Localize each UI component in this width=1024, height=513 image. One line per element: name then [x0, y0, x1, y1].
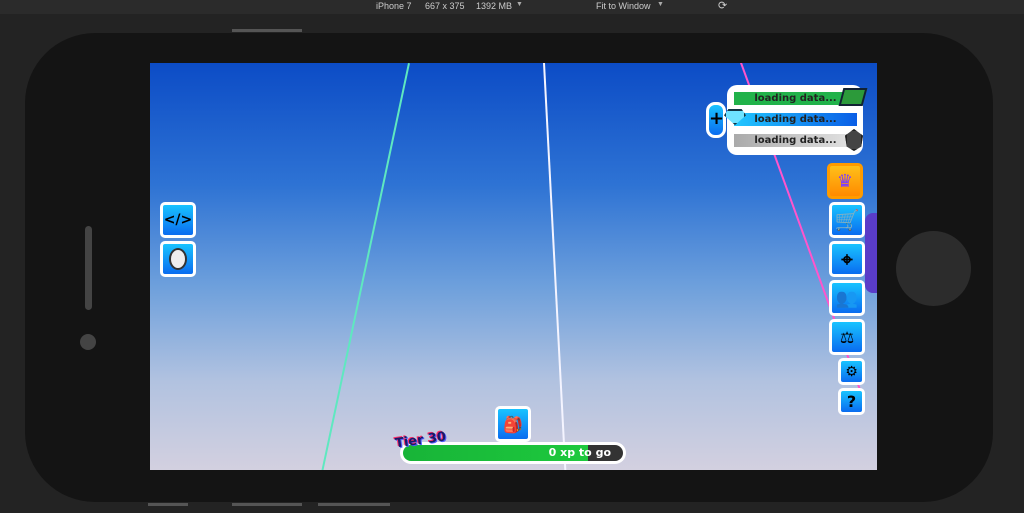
- backpack-icon: 🎒: [503, 414, 523, 434]
- fit-select[interactable]: Fit to Window: [596, 1, 651, 11]
- group-icon: 👥: [835, 287, 859, 309]
- memory-select[interactable]: 1392 MB: [476, 1, 512, 11]
- teleport-button[interactable]: ⌖: [829, 241, 865, 277]
- backpack-button[interactable]: 🎒: [495, 406, 531, 442]
- help-button[interactable]: ?: [838, 388, 865, 415]
- vip-button[interactable]: ♛: [827, 163, 863, 199]
- object-edge: [865, 213, 877, 293]
- rotate-icon[interactable]: ⟳: [718, 0, 727, 12]
- egg-icon: [169, 248, 187, 270]
- shard-bar: loading data...: [734, 134, 857, 147]
- game-screen[interactable]: </> + loading data... loading data... lo…: [150, 63, 877, 470]
- resolution-label: 667 x 375: [425, 1, 465, 11]
- team-button[interactable]: 👥: [829, 280, 865, 316]
- cash-icon: [838, 88, 868, 106]
- trade-button[interactable]: ⚖: [829, 319, 865, 355]
- caret-down-icon[interactable]: ▼: [516, 1, 523, 8]
- cart-stand-icon: ⚖: [839, 327, 855, 347]
- light-beam: [320, 63, 410, 470]
- crown-icon: ♛: [836, 170, 854, 192]
- code-icon: </>: [163, 212, 193, 228]
- map-pin-icon: ⌖: [841, 247, 853, 271]
- emulator-toolbar: iPhone 7 667 x 375 1392 MB ▼ Fit to Wind…: [0, 0, 1024, 14]
- camera: [80, 334, 96, 350]
- cart-icon: 🛒: [834, 208, 860, 232]
- currency-panel: loading data... loading data... loading …: [724, 85, 868, 155]
- egg-button[interactable]: [160, 241, 196, 277]
- gem-bar: loading data...: [734, 113, 857, 126]
- shard-icon: [845, 129, 863, 151]
- tab-indicator: [232, 29, 302, 32]
- xp-fill: 0 xp to go: [403, 445, 623, 461]
- settings-button[interactable]: ⚙: [838, 358, 865, 385]
- home-button[interactable]: [896, 231, 971, 306]
- add-currency-button[interactable]: +: [706, 102, 726, 138]
- device-select[interactable]: iPhone 7: [376, 1, 412, 11]
- caret-down-icon[interactable]: ▼: [657, 1, 664, 8]
- tab-indicator: [318, 503, 390, 506]
- question-icon: ?: [846, 392, 857, 411]
- tab-indicator: [148, 503, 188, 506]
- volume-button: [85, 226, 92, 310]
- light-beam: [543, 63, 567, 470]
- shop-button[interactable]: 🛒: [829, 202, 865, 238]
- tab-indicator: [232, 503, 302, 506]
- gear-icon: ⚙: [845, 363, 858, 380]
- code-button[interactable]: </>: [160, 202, 196, 238]
